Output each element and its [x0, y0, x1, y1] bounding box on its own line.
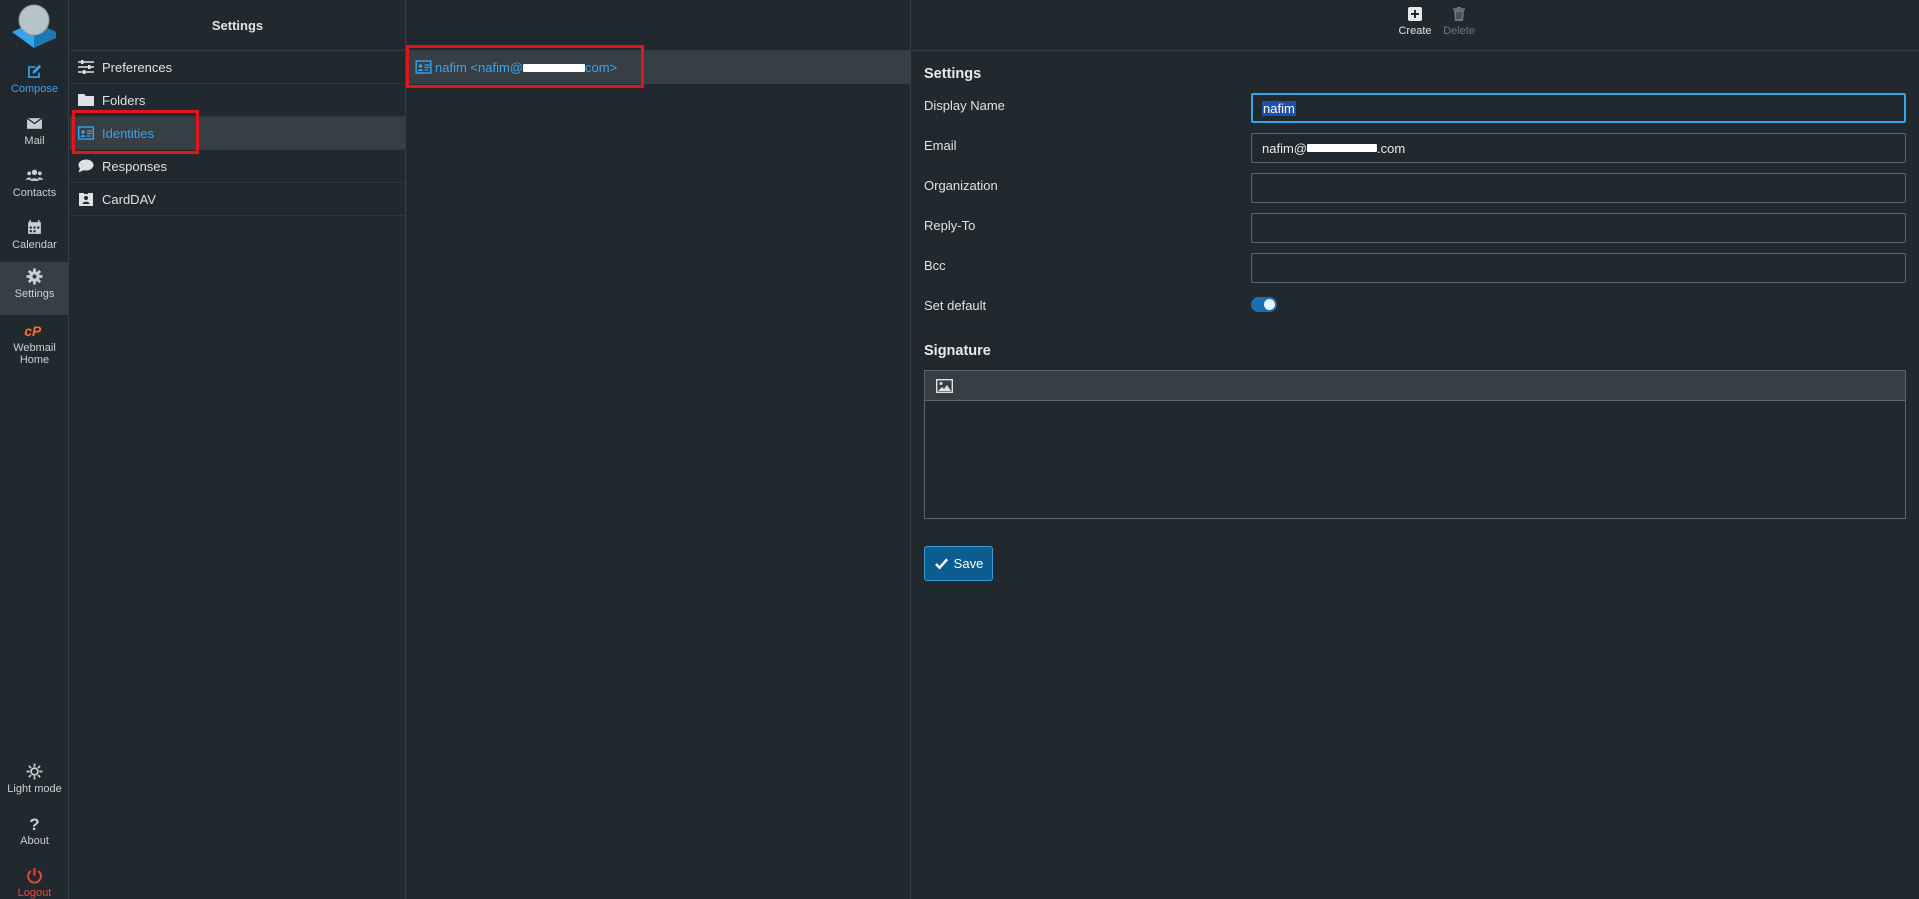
nav-calendar-label: Calendar [12, 239, 57, 251]
nav-contacts[interactable]: Contacts [0, 161, 69, 211]
settings-item-responses[interactable]: Responses [70, 150, 405, 183]
signature-editor [924, 370, 1906, 519]
display-name-input[interactable]: nafim [1251, 93, 1906, 123]
nav-webmail-label-2: Home [19, 354, 50, 366]
organization-input[interactable] [1251, 173, 1906, 203]
nav-webmail-home[interactable]: cP Webmail Home [0, 316, 69, 368]
nav-light-mode[interactable]: Light mode [0, 757, 69, 807]
compose-icon [28, 64, 42, 78]
email-input[interactable]: nafim@ .com [1251, 133, 1906, 163]
redaction-mark [522, 63, 585, 72]
bcc-input[interactable] [1251, 253, 1906, 283]
settings-item-label: CardDAV [102, 191, 156, 207]
roundcube-logo[interactable] [10, 2, 58, 50]
settings-item-preferences[interactable]: Preferences [70, 51, 405, 84]
nav-settings-label: Settings [14, 288, 55, 300]
svg-text:cP: cP [24, 323, 42, 339]
nav-about[interactable]: ? About [0, 809, 69, 859]
settings-item-folders[interactable]: Folders [70, 84, 405, 117]
reply-to-label: Reply-To [924, 218, 976, 233]
sliders-icon [78, 60, 94, 74]
address-book-icon [79, 192, 93, 206]
id-card-icon [78, 126, 94, 140]
nav-contacts-label: Contacts [12, 187, 57, 199]
settings-item-label: Identities [102, 125, 155, 141]
nav-light-mode-label: Light mode [7, 783, 62, 795]
set-default-label: Set default [924, 298, 987, 313]
create-button[interactable]: Create [1393, 6, 1437, 37]
save-label: Save [953, 556, 984, 571]
organization-label: Organization [924, 178, 998, 193]
nav-settings[interactable]: Settings [0, 262, 69, 315]
signature-section-title: Signature [924, 343, 991, 359]
comment-icon [78, 159, 94, 173]
calendar-icon [28, 220, 41, 234]
identity-list-item[interactable]: nafim <nafim@ com> [407, 51, 910, 84]
settings-item-identities[interactable]: Identities [70, 117, 405, 150]
id-card-icon [415, 60, 432, 74]
settings-item-label: Preferences [102, 59, 173, 75]
trash-icon [1453, 7, 1465, 21]
nav-compose[interactable]: Compose [0, 57, 69, 107]
check-icon [934, 558, 948, 570]
nav-calendar[interactable]: Calendar [0, 213, 69, 263]
signature-textarea[interactable] [925, 401, 1905, 518]
nav-webmail-label-1: Webmail [13, 342, 56, 354]
svg-text:?: ? [29, 815, 39, 832]
nav-compose-label: Compose [10, 83, 59, 95]
users-icon [26, 169, 43, 181]
redaction-mark [1307, 144, 1377, 152]
sun-icon [26, 763, 43, 780]
question-icon: ? [29, 815, 39, 832]
nav-mail-label: Mail [24, 135, 45, 147]
nav-logout-label: Logout [17, 887, 52, 899]
delete-button[interactable]: Delete [1437, 6, 1481, 37]
settings-item-label: Responses [102, 158, 168, 174]
bcc-label: Bcc [924, 258, 946, 273]
folder-icon [78, 94, 94, 106]
display-name-value: nafim [1262, 100, 1296, 116]
nav-logout[interactable]: Logout [0, 861, 69, 899]
create-label: Create [1398, 25, 1432, 37]
set-default-toggle[interactable] [1251, 297, 1277, 312]
delete-label: Delete [1443, 25, 1475, 37]
identity-name-suffix: com> [584, 60, 618, 75]
nav-about-label: About [20, 835, 49, 847]
email-label: Email [924, 138, 957, 153]
settings-item-label: Folders [102, 92, 146, 108]
settings-panel-title: Settings [70, 0, 405, 51]
nav-rail: Compose Mail Contacts Calendar Settings … [0, 0, 69, 899]
reply-to-input[interactable] [1251, 213, 1906, 243]
settings-section-title: Settings [924, 66, 982, 82]
power-icon [27, 868, 42, 884]
cpanel-icon: cP [24, 323, 42, 339]
display-name-label: Display Name [924, 98, 1005, 113]
gear-icon [26, 268, 43, 285]
signature-toolbar [925, 371, 1905, 401]
image-icon[interactable] [936, 379, 953, 393]
email-suffix: .com [1377, 140, 1406, 156]
nav-mail[interactable]: Mail [0, 109, 69, 159]
toolbar: Create Delete [912, 0, 1919, 51]
identities-list-panel: nafim <nafim@ com> [407, 0, 911, 899]
plus-square-icon [1408, 7, 1422, 21]
email-prefix: nafim@ [1262, 140, 1307, 156]
identity-edit-pane: Create Delete Settings Display Name nafi… [912, 0, 1919, 899]
save-button[interactable]: Save [924, 546, 993, 581]
envelope-icon [26, 117, 43, 129]
identities-list-header [407, 0, 910, 51]
identity-name-prefix: nafim <nafim@ [435, 60, 523, 75]
settings-item-carddav[interactable]: CardDAV [70, 183, 405, 216]
settings-sections-panel: Settings Preferences Folders Identities … [70, 0, 406, 899]
